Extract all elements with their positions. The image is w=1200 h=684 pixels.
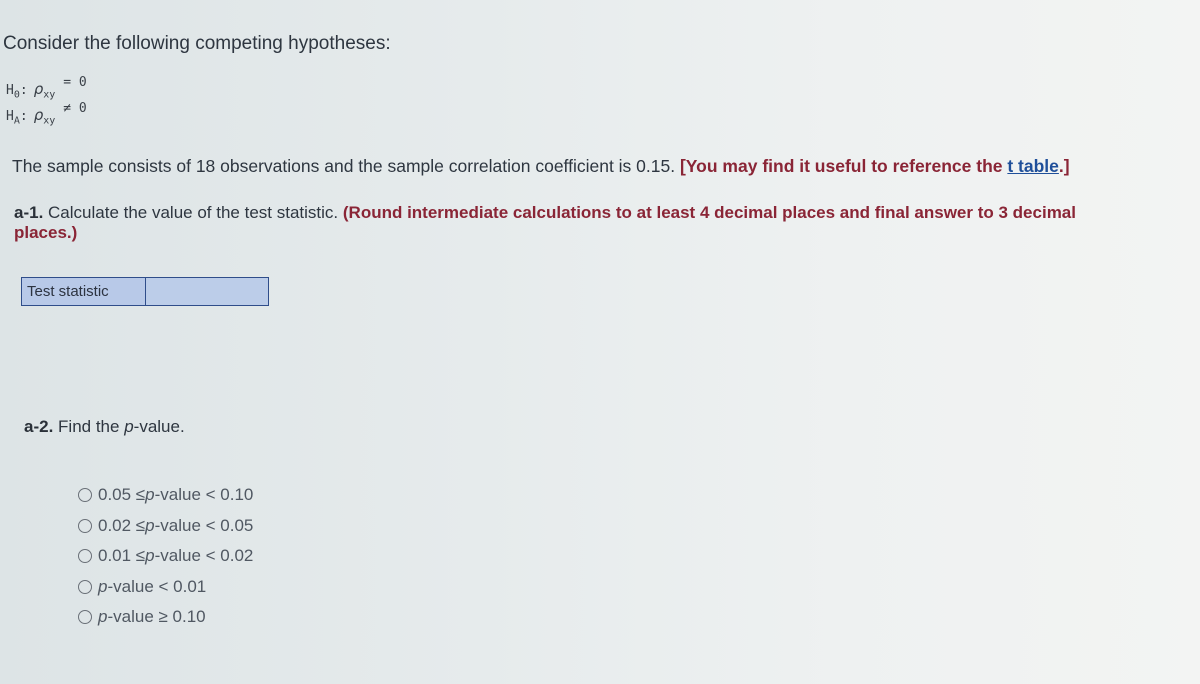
- option-post: -value < 0.10: [154, 485, 254, 505]
- option-pre: 0.01 ≤: [98, 546, 146, 566]
- question-a2-p: p: [124, 417, 134, 436]
- option-p: p: [98, 576, 108, 596]
- option-pre: 0.02 ≤: [98, 515, 146, 535]
- option-post: -value ≥ 0.10: [107, 607, 206, 627]
- radio-button[interactable]: [78, 579, 92, 594]
- radio-button[interactable]: [78, 549, 92, 564]
- h0-relation: = 0: [63, 75, 87, 90]
- alternative-hypothesis: HA: ρxy≠ 0: [6, 101, 87, 127]
- ha-param-sub: xy: [43, 115, 56, 127]
- t-table-link[interactable]: t table: [1007, 156, 1059, 176]
- option-post: -value < 0.01: [107, 576, 207, 596]
- sample-description: The sample consists of 18 observations a…: [12, 156, 1070, 177]
- option-post: -value < 0.05: [154, 515, 254, 535]
- question-a1-text: Calculate the value of the test statisti…: [48, 203, 339, 222]
- option-post: -value < 0.02: [154, 546, 254, 566]
- ha-relation: ≠ 0: [63, 101, 87, 116]
- intro-text: Consider the following competing hypothe…: [3, 33, 391, 54]
- p-value-options: 0.05 ≤ p -value < 0.10 0.02 ≤ p -value < 0…: [78, 480, 253, 633]
- question-a2-suffix: -value.: [133, 417, 185, 436]
- test-statistic-label: Test statistic: [22, 278, 146, 305]
- p-value-option[interactable]: 0.02 ≤ p -value < 0.05: [78, 511, 253, 542]
- sample-text: The sample consists of 18 observations a…: [12, 156, 676, 176]
- option-p: p: [145, 515, 155, 535]
- p-value-option[interactable]: p -value ≥ 0.10: [78, 602, 253, 633]
- ha-label: H: [6, 109, 14, 124]
- h0-label: H: [6, 83, 14, 98]
- option-pre: 0.05 ≤: [98, 485, 146, 505]
- p-value-option[interactable]: 0.05 ≤ p -value < 0.10: [78, 480, 253, 511]
- radio-button[interactable]: [78, 518, 92, 533]
- h0-param: ρ: [33, 80, 44, 98]
- reference-suffix: .]: [1058, 156, 1070, 176]
- null-hypothesis: H0: ρxy= 0: [6, 75, 87, 101]
- p-value-option[interactable]: 0.01 ≤ p -value < 0.02: [78, 541, 253, 572]
- ha-param: ρ: [33, 106, 44, 124]
- question-a2-text: Find the: [58, 417, 125, 436]
- option-p: p: [98, 607, 108, 627]
- question-a1-number: a-1.: [14, 203, 44, 222]
- h0-param-sub: xy: [43, 89, 56, 101]
- test-statistic-row: Test statistic: [21, 277, 269, 306]
- ha-sub: A: [13, 115, 20, 127]
- h0-sub: 0: [13, 89, 20, 101]
- reference-prefix: [You may find it useful to reference the: [679, 156, 1008, 176]
- test-statistic-input[interactable]: [146, 278, 268, 305]
- radio-button[interactable]: [78, 488, 92, 503]
- question-a1: a-1. Calculate the value of the test sta…: [14, 203, 1134, 243]
- question-a2: a-2. Find the p-value.: [24, 417, 185, 437]
- option-p: p: [145, 546, 155, 566]
- radio-button[interactable]: [78, 610, 92, 625]
- reference-note: [You may find it useful to reference the…: [680, 156, 1070, 176]
- question-a2-number: a-2.: [24, 417, 54, 436]
- p-value-option[interactable]: p -value < 0.01: [78, 572, 253, 603]
- option-p: p: [145, 485, 155, 505]
